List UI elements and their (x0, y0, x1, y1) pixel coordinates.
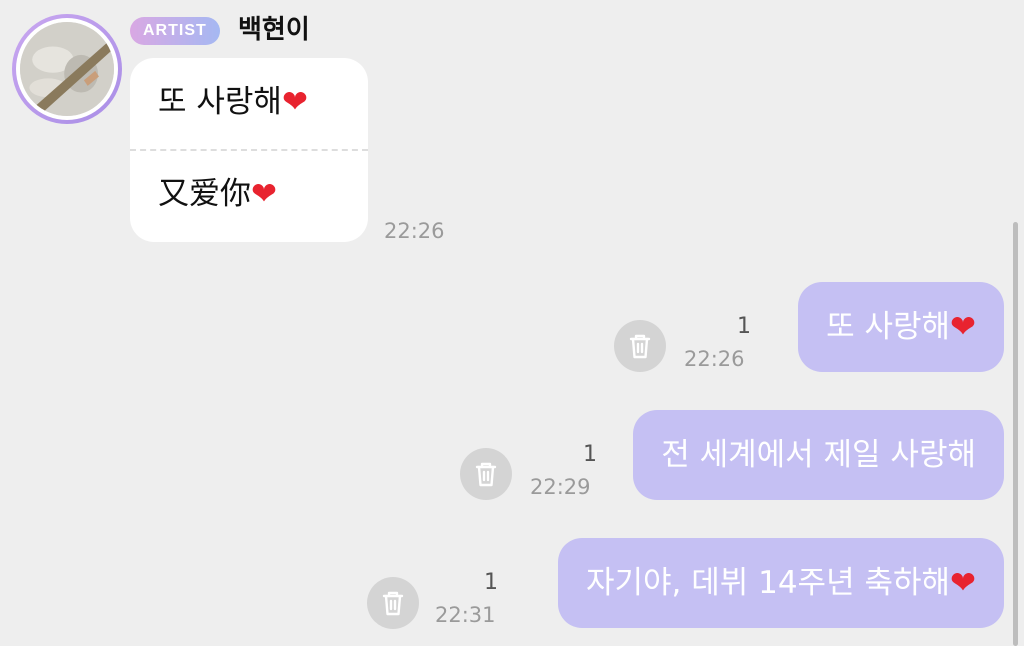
avatar-photo (20, 22, 114, 116)
heart-icon: ❤ (251, 176, 277, 212)
heart-icon: ❤ (950, 565, 976, 601)
artist-badge: ARTIST (130, 17, 220, 45)
sent-timestamp: 22:26 (684, 347, 745, 371)
message-text: 又爱你 (158, 176, 251, 212)
sent-message-bubble[interactable]: 전 세계에서 제일 사랑해 (633, 410, 1004, 500)
bubble-divider (130, 149, 368, 151)
message-text: 전 세계에서 제일 사랑해 (661, 437, 976, 473)
artist-avatar[interactable] (12, 14, 122, 124)
sent-message-bubble[interactable]: 자기야, 데뷔 14주년 축하해❤ (557, 538, 1004, 628)
received-message-line-translation: 又爱你❤ (158, 174, 277, 214)
message-text: 또 사랑해 (158, 84, 282, 120)
heart-icon: ❤ (281, 84, 308, 120)
sent-message-bubble[interactable]: 또 사랑해❤ (798, 282, 1004, 372)
chat-screen: ARTIST 백현이 또 사랑해❤ 又爱你❤ 22:26 1 22:26 또 사… (0, 0, 1024, 646)
sender-name: 백현이 (238, 15, 310, 45)
received-timestamp: 22:26 (384, 219, 445, 243)
unread-count: 1 (583, 442, 597, 467)
trash-icon[interactable] (460, 448, 512, 500)
received-message-line: 또 사랑해❤ (158, 82, 308, 122)
sent-timestamp: 22:31 (435, 603, 496, 627)
sent-timestamp: 22:29 (530, 475, 591, 499)
message-text: 또 사랑해 (826, 309, 951, 345)
unread-count: 1 (737, 314, 751, 339)
trash-icon[interactable] (614, 320, 666, 372)
unread-count: 1 (484, 570, 498, 595)
received-message-bubble[interactable]: 또 사랑해❤ 又爱你❤ (130, 58, 368, 242)
scrollbar[interactable] (1013, 222, 1018, 646)
trash-icon[interactable] (367, 577, 419, 629)
avatar-frame (16, 18, 118, 120)
message-text: 자기야, 데뷔 14주년 축하해 (585, 565, 951, 601)
heart-icon: ❤ (950, 309, 976, 345)
